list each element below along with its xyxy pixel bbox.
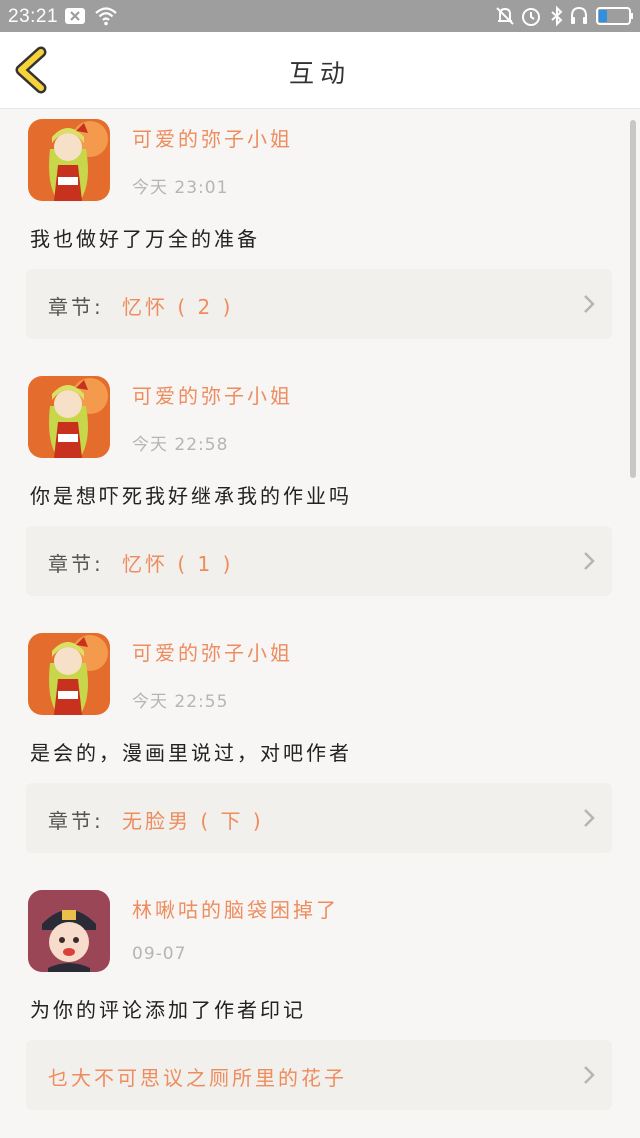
comment-text: 你是想吓死我好继承我的作业吗	[30, 484, 352, 508]
mute-icon	[496, 7, 514, 25]
chapter-prefix: 章节:	[48, 295, 104, 319]
username[interactable]: 可爱的弥子小姐	[132, 637, 293, 666]
chapter-prefix: 章节:	[48, 809, 104, 833]
avatar[interactable]	[28, 890, 110, 972]
chapter-link[interactable]: 章节: 无脸男 ( 下 )	[26, 783, 612, 853]
list-item: 可爱的弥子小姐 今天 22:58 你是想吓死我好继承我的作业吗 章节: 忆怀 (…	[0, 366, 640, 623]
battery-icon	[596, 7, 633, 25]
status-bar: 23:21	[0, 0, 640, 32]
interaction-feed: 可爱的弥子小姐 今天 23:01 我也做好了万全的准备 章节: 忆怀 ( 2 )	[0, 109, 640, 1138]
chapter-name: 忆怀 ( 2 )	[122, 295, 234, 319]
chapter-name: 无脸男 ( 下 )	[122, 809, 264, 833]
timestamp: 今天 23:01	[132, 178, 229, 198]
nav-bar: 互动	[0, 32, 640, 109]
status-time: 23:21	[8, 6, 59, 27]
avatar[interactable]	[28, 633, 110, 715]
chapter-name: 乜大不可思议之厕所里的花子	[48, 1066, 347, 1090]
chapter-name: 忆怀 ( 1 )	[122, 552, 234, 576]
list-item: 可爱的弥子小姐 今天 23:01 我也做好了万全的准备 章节: 忆怀 ( 2 )	[0, 109, 640, 366]
wifi-icon	[95, 7, 117, 26]
username[interactable]: 林啾咕的脑袋困掉了	[132, 894, 339, 923]
chapter-prefix: 章节:	[48, 552, 104, 576]
username[interactable]: 可爱的弥子小姐	[132, 123, 293, 152]
timestamp: 09-07	[132, 944, 187, 964]
chevron-right-icon	[584, 295, 595, 313]
list-item: 可爱的弥子小姐 今天 22:55 是会的，漫画里说过，对吧作者 章节: 无脸男 …	[0, 623, 640, 880]
close-notification-icon	[65, 8, 85, 24]
chevron-right-icon	[584, 552, 595, 570]
chevron-right-icon	[584, 809, 595, 827]
chapter-link[interactable]: 章节: 忆怀 ( 2 )	[26, 269, 612, 339]
avatar[interactable]	[28, 119, 110, 201]
girl-avatar-icon	[28, 633, 110, 715]
comment-text: 是会的，漫画里说过，对吧作者	[30, 741, 352, 765]
girl-avatar-icon	[28, 119, 110, 201]
alarm-icon	[522, 8, 540, 26]
scrollbar[interactable]	[630, 120, 636, 478]
headset-icon	[571, 6, 587, 24]
page-title: 互动	[288, 59, 351, 88]
bluetooth-icon	[551, 5, 563, 27]
girl-avatar-icon	[28, 376, 110, 458]
boy-avatar-icon	[28, 890, 110, 972]
avatar[interactable]	[28, 376, 110, 458]
chevron-right-icon	[584, 1066, 595, 1084]
comment-text: 我也做好了万全的准备	[30, 227, 260, 251]
list-item: 林啾咕的脑袋困掉了 09-07 为你的评论添加了作者印记 乜大不可思议之厕所里的…	[0, 880, 640, 1137]
chapter-link[interactable]: 乜大不可思议之厕所里的花子	[26, 1040, 612, 1110]
comment-text: 为你的评论添加了作者印记	[30, 998, 306, 1022]
timestamp: 今天 22:55	[132, 692, 229, 712]
timestamp: 今天 22:58	[132, 435, 229, 455]
username[interactable]: 可爱的弥子小姐	[132, 380, 293, 409]
chapter-link[interactable]: 章节: 忆怀 ( 1 )	[26, 526, 612, 596]
